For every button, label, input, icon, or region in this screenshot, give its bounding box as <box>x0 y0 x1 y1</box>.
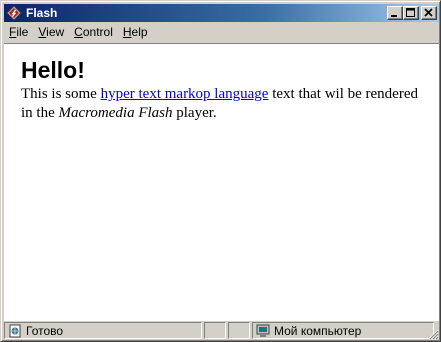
maximize-icon <box>406 8 415 17</box>
menu-view[interactable]: View <box>33 24 69 41</box>
minimize-icon <box>391 15 397 17</box>
window-title: Flash <box>26 6 58 20</box>
app-window: Flash File View Control Help Hello! This… <box>0 0 441 342</box>
title-bar[interactable]: Flash <box>4 4 439 22</box>
zone-text: Мой компьютер <box>274 323 362 338</box>
maximize-button[interactable] <box>403 6 419 20</box>
page-icon <box>7 324 23 338</box>
status-panel-zone: Мой компьютер <box>252 322 434 339</box>
status-panel-security <box>228 322 250 339</box>
body-paragraph: This is some hyper text markop language … <box>21 86 418 121</box>
html-link[interactable]: hyper text markop language <box>101 86 269 102</box>
menu-control[interactable]: Control <box>69 24 118 41</box>
document-content: Hello! This is some hyper text markop la… <box>21 57 421 123</box>
close-button[interactable] <box>421 6 437 20</box>
page-heading: Hello! <box>21 57 85 83</box>
flash-app-icon[interactable] <box>6 5 22 21</box>
window-controls <box>387 6 437 20</box>
menu-bar: File View Control Help <box>4 23 439 42</box>
document-view: Hello! This is some hyper text markop la… <box>4 43 439 321</box>
italic-text: Macromedia Flash <box>58 105 173 121</box>
status-bar: Готово Мой компьютер <box>4 322 439 340</box>
resize-grip-icon[interactable] <box>427 328 439 340</box>
status-panel-main: Готово <box>4 322 202 339</box>
close-icon <box>424 8 433 17</box>
minimize-button[interactable] <box>387 6 403 20</box>
menu-file[interactable]: File <box>4 24 33 41</box>
menu-help[interactable]: Help <box>118 24 153 41</box>
my-computer-icon <box>255 324 271 338</box>
status-text: Готово <box>26 323 64 338</box>
status-panel-progress <box>204 322 226 339</box>
